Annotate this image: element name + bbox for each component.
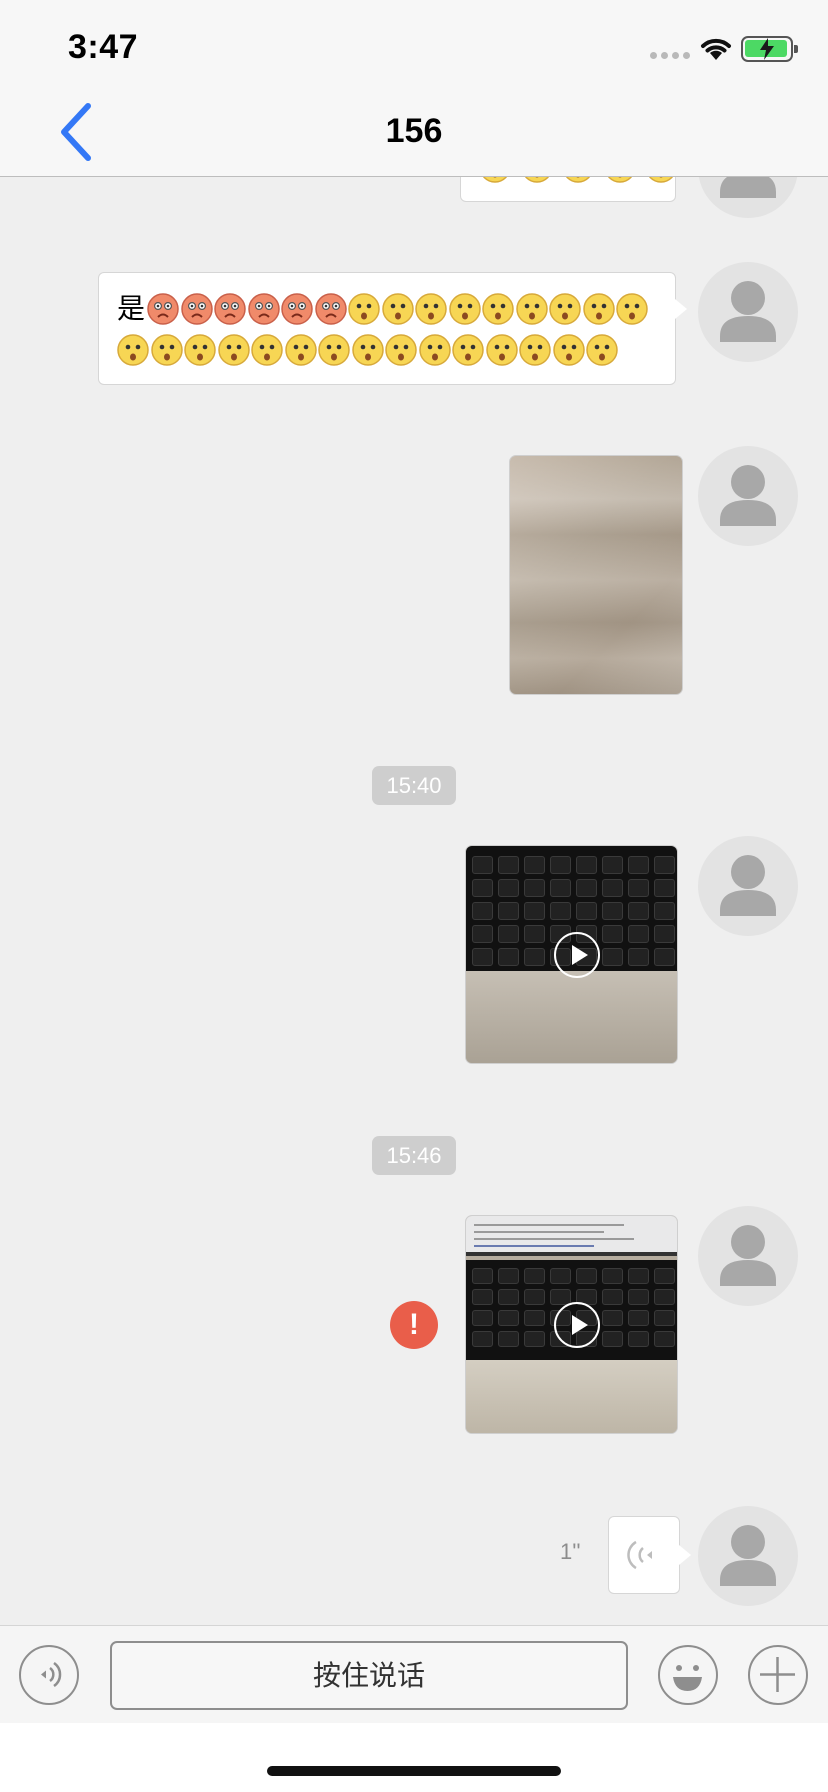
- surprised-emoji-icon: [482, 293, 514, 325]
- surprised-emoji-icon: [549, 293, 581, 325]
- input-toolbar: 按住说话: [0, 1625, 828, 1723]
- message-text: 是: [117, 293, 146, 324]
- surprised-emoji-icon: [351, 334, 384, 366]
- surprised-emoji-icon: [150, 334, 183, 366]
- video-thumbnail-base: [466, 1360, 677, 1433]
- timestamp: 15:40: [372, 766, 456, 805]
- angry-emoji-icon: [214, 293, 246, 325]
- message-line-1: 是: [117, 289, 657, 329]
- nav-header: 3:47 156: [0, 0, 828, 177]
- chat-title: 156: [385, 112, 443, 150]
- surprised-emoji-icon: [519, 334, 551, 366]
- voice-wave-icon: [627, 1540, 652, 1570]
- avatar[interactable]: [698, 1506, 798, 1606]
- avatar[interactable]: [698, 262, 798, 362]
- surprised-emoji-icon: [117, 334, 149, 366]
- surprised-emoji-icon: [348, 293, 380, 325]
- voice-message[interactable]: [608, 1516, 691, 1594]
- voice-toggle-icon[interactable]: [19, 1645, 79, 1705]
- avatar[interactable]: [698, 836, 798, 936]
- video-thumbnail-base: [466, 971, 677, 1063]
- surprised-emoji-icon: [381, 293, 414, 325]
- angry-emoji-icon: [147, 293, 179, 325]
- send-failed-icon[interactable]: !: [390, 1301, 438, 1349]
- wifi-icon: [701, 38, 731, 60]
- cellular-signal-icon: [650, 52, 690, 59]
- status-time: 3:47: [68, 28, 139, 66]
- surprised-emoji-icon: [552, 334, 585, 366]
- image-message[interactable]: [509, 455, 683, 695]
- plus-icon[interactable]: [748, 1645, 808, 1705]
- surprised-emoji-icon: [415, 293, 447, 325]
- angry-emoji-icon: [314, 293, 347, 325]
- hold-to-talk-button[interactable]: 按住说话: [110, 1641, 628, 1710]
- home-area: [0, 1723, 828, 1792]
- surprised-emoji-icon: [485, 334, 518, 366]
- voice-duration: 1'': [560, 1539, 581, 1564]
- surprised-emoji-icon: [217, 334, 250, 366]
- angry-emoji-icon: [281, 293, 313, 325]
- surprised-emoji-icon: [318, 334, 350, 366]
- message-line-2: [117, 330, 657, 370]
- surprised-emoji-icon: [385, 334, 417, 366]
- surprised-emoji-icon: [418, 334, 451, 366]
- back-chevron-icon[interactable]: [56, 100, 100, 164]
- surprised-emoji-icon: [251, 334, 283, 366]
- video-thumbnail-screen: [466, 1216, 677, 1256]
- angry-emoji-icon: [180, 293, 213, 325]
- surprised-emoji-icon: [448, 293, 481, 325]
- angry-emoji-icon: [247, 293, 280, 325]
- home-indicator[interactable]: [267, 1766, 561, 1776]
- surprised-emoji-icon: [616, 293, 648, 325]
- emoji-icon[interactable]: [658, 1645, 718, 1705]
- timestamp: 15:46: [372, 1136, 456, 1175]
- avatar[interactable]: [698, 446, 798, 546]
- play-icon[interactable]: [554, 1302, 600, 1348]
- message-bubble-text[interactable]: 是: [98, 272, 687, 385]
- surprised-emoji-icon: [184, 334, 216, 366]
- surprised-emoji-icon: [515, 293, 548, 325]
- surprised-emoji-icon: [452, 334, 484, 366]
- surprised-emoji-icon: [582, 293, 615, 325]
- surprised-emoji-icon: [284, 334, 317, 366]
- video-message[interactable]: [465, 845, 678, 1064]
- play-icon[interactable]: [554, 932, 600, 978]
- battery-icon: [741, 36, 798, 62]
- avatar[interactable]: [698, 1206, 798, 1306]
- surprised-emoji-icon: [586, 334, 618, 366]
- video-message[interactable]: [465, 1215, 678, 1434]
